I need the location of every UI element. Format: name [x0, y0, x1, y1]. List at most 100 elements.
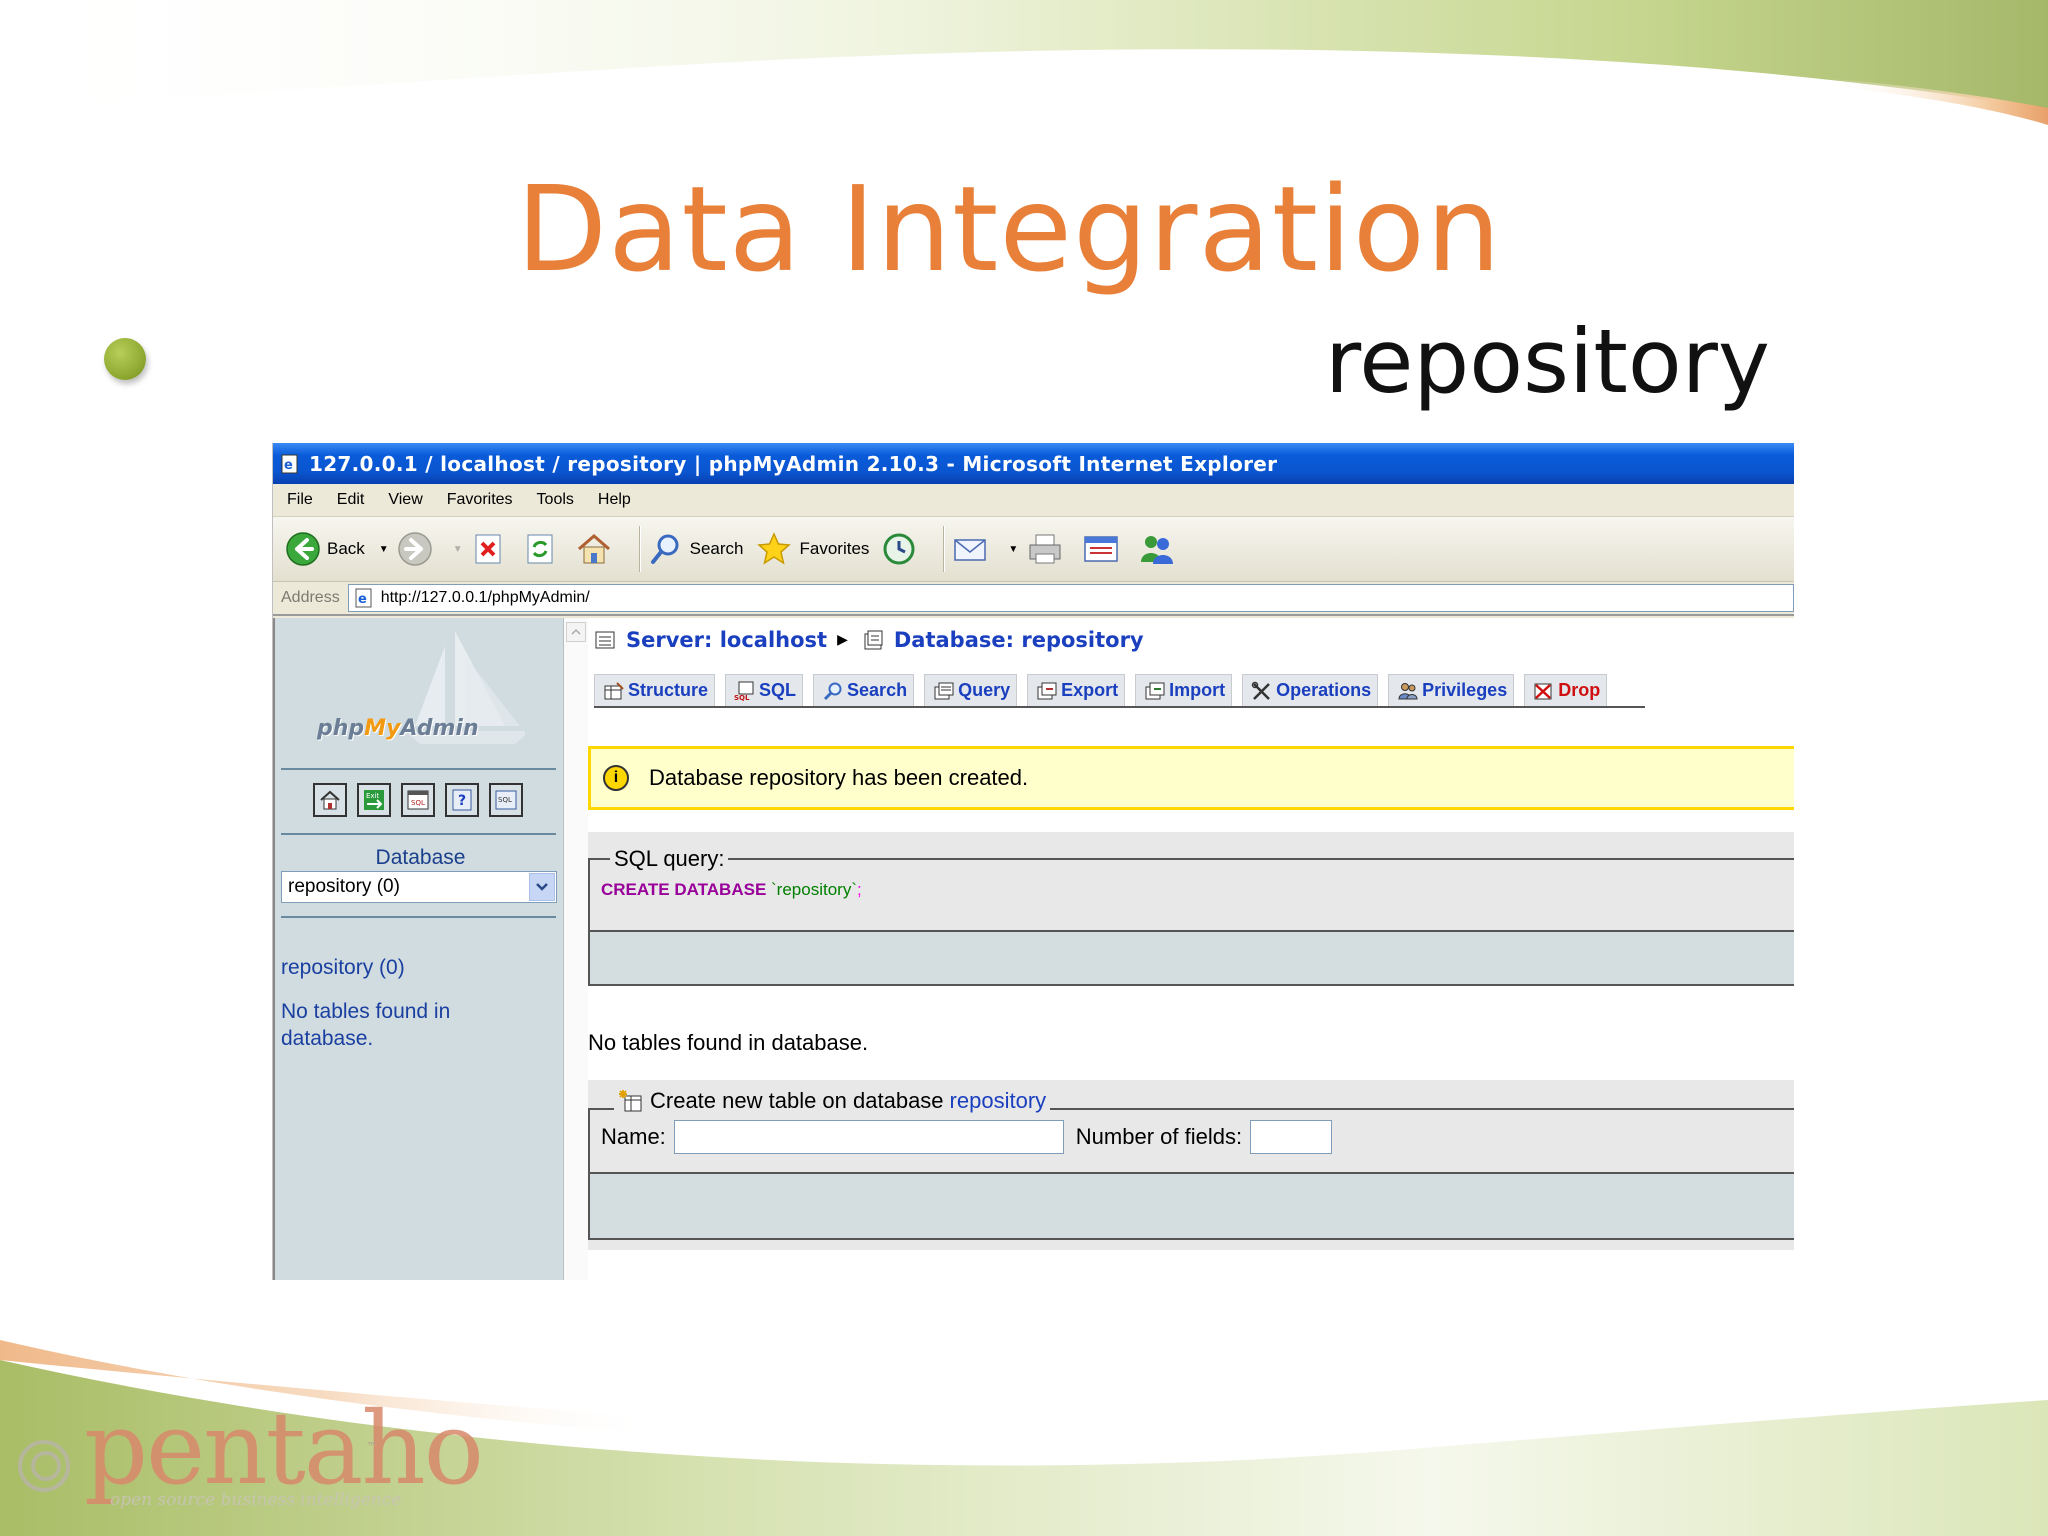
- search-icon: [650, 534, 679, 564]
- frame-scrollbar[interactable]: [564, 618, 588, 1280]
- mail-dropdown-icon[interactable]: ▼: [1008, 544, 1018, 555]
- logo-admin: Admin: [400, 716, 479, 741]
- menu-favorites[interactable]: Favorites: [447, 491, 513, 509]
- database-label: Database: [375, 846, 466, 869]
- fields-count-input[interactable]: [1250, 1120, 1333, 1154]
- back-button[interactable]: Back: [285, 531, 365, 567]
- create-table-form: Name: Number of fields:: [601, 1120, 1333, 1154]
- create-table-legend-text: Create new table on database: [650, 1088, 944, 1113]
- fields-count-label: Number of fields:: [1075, 1124, 1243, 1149]
- tab-operations-label: Operations: [1276, 680, 1372, 700]
- sql-window-icon[interactable]: SQL: [401, 783, 435, 817]
- notice-text: Database repository has been created.: [649, 765, 1029, 790]
- tab-export[interactable]: Export: [1027, 674, 1126, 706]
- history-icon: [883, 533, 915, 565]
- toolbar-separator: [638, 526, 640, 572]
- tab-privileges-label: Privileges: [1422, 680, 1508, 700]
- print-button[interactable]: [1026, 532, 1070, 566]
- server-icon: [595, 631, 615, 649]
- menu-edit[interactable]: Edit: [337, 491, 365, 509]
- back-arrow-icon: [286, 532, 320, 566]
- wrench-icon: [1251, 681, 1271, 700]
- svg-text:SQL: SQL: [411, 799, 425, 807]
- tab-query[interactable]: Query: [924, 674, 1018, 706]
- tab-structure[interactable]: Structure: [594, 674, 716, 706]
- trademark-mark: ™: [366, 1440, 378, 1454]
- phpmyadmin-logo-text[interactable]: phpMyAdmin: [317, 716, 479, 741]
- favorites-button[interactable]: Favorites: [755, 531, 869, 567]
- forward-arrow-icon: [397, 532, 432, 566]
- tab-export-label: Export: [1061, 680, 1119, 700]
- database-tabs: Structure SQL SQL Search Query Export Im…: [594, 674, 1645, 708]
- messenger-button[interactable]: [1138, 532, 1182, 566]
- browser-window: e 127.0.0.1 / localhost / repository | p…: [272, 443, 1794, 1280]
- ie-page-icon: e: [355, 588, 372, 608]
- help-icon[interactable]: ?: [445, 783, 479, 817]
- sql-options-bar: [588, 932, 1794, 986]
- menu-bar: File Edit View Favorites Tools Help: [273, 484, 1794, 517]
- back-dropdown-icon[interactable]: ▼: [379, 544, 389, 555]
- forward-button[interactable]: [397, 531, 439, 567]
- history-button[interactable]: [881, 531, 923, 567]
- tab-drop[interactable]: Drop: [1524, 674, 1608, 706]
- breadcrumb-server[interactable]: Server: localhost: [626, 628, 827, 652]
- pentaho-tagline: open source business intelligence: [110, 1490, 402, 1510]
- toolbar-separator: [943, 526, 945, 572]
- exit-icon[interactable]: Exit: [357, 783, 391, 817]
- page-content: phpMyAdmin Exit SQL ? SQL Database repos…: [273, 618, 1794, 1280]
- import-icon: [1145, 682, 1165, 699]
- chevron-down-icon[interactable]: [529, 873, 555, 901]
- database-link[interactable]: repository (0): [281, 956, 405, 980]
- star-icon: [757, 532, 792, 565]
- home-icon[interactable]: [313, 783, 347, 817]
- tab-sql[interactable]: SQL SQL: [725, 674, 804, 706]
- table-name-label: Name:: [601, 1124, 666, 1149]
- menu-help[interactable]: Help: [598, 491, 631, 509]
- tab-search-label: Search: [847, 680, 908, 700]
- home-button[interactable]: [575, 532, 619, 566]
- menu-tools[interactable]: Tools: [537, 491, 574, 509]
- slide-title: Data Integration: [516, 160, 1502, 298]
- tab-import-label: Import: [1169, 680, 1226, 700]
- browser-title: 127.0.0.1 / localhost / repository | php…: [309, 451, 1278, 476]
- divider: [281, 916, 556, 918]
- tab-operations[interactable]: Operations: [1242, 674, 1379, 706]
- create-table-db-link[interactable]: repository: [950, 1088, 1047, 1114]
- address-input[interactable]: e http://127.0.0.1/phpMyAdmin/: [347, 584, 1794, 612]
- svg-text:e: e: [358, 592, 367, 607]
- breadcrumb: Server: localhost ▶ Database: repository: [594, 628, 1144, 652]
- success-notice: i Database repository has been created.: [588, 746, 1794, 810]
- back-label: Back: [327, 539, 365, 558]
- forward-dropdown-icon[interactable]: ▼: [453, 544, 463, 555]
- sql-semicolon: ;: [856, 880, 862, 899]
- browser-titlebar: e 127.0.0.1 / localhost / repository | p…: [273, 443, 1794, 484]
- mail-icon: [954, 539, 987, 561]
- address-url: http://127.0.0.1/phpMyAdmin/: [380, 589, 590, 606]
- home-icon: [577, 534, 610, 564]
- pentaho-swirl-icon: [18, 1440, 70, 1492]
- menu-view[interactable]: View: [388, 491, 422, 509]
- breadcrumb-database[interactable]: Database: repository: [894, 628, 1144, 652]
- tab-import[interactable]: Import: [1135, 674, 1233, 706]
- database-select[interactable]: repository (0): [281, 871, 557, 903]
- sql-docs-icon[interactable]: SQL: [489, 783, 523, 817]
- svg-text:SQL: SQL: [734, 694, 750, 701]
- sql-query-box: SQL query: CREATE DATABASE `repository`;: [588, 832, 1794, 986]
- search-button[interactable]: Search: [648, 531, 743, 567]
- mail-button[interactable]: [952, 532, 994, 566]
- edit-button[interactable]: [1082, 532, 1126, 566]
- logo-my: My: [364, 716, 401, 741]
- divider: [281, 833, 556, 835]
- menu-file[interactable]: File: [287, 491, 313, 509]
- stop-icon: [475, 534, 501, 564]
- navigation-frame: phpMyAdmin Exit SQL ? SQL Database repos…: [273, 618, 564, 1280]
- tab-sql-label: SQL: [759, 680, 797, 700]
- tab-query-label: Query: [958, 680, 1011, 700]
- scroll-up-icon[interactable]: [566, 622, 586, 642]
- tab-privileges[interactable]: Privileges: [1388, 674, 1515, 706]
- search-icon: [823, 682, 842, 700]
- tab-search[interactable]: Search: [813, 674, 915, 706]
- refresh-button[interactable]: [523, 532, 563, 566]
- table-name-input[interactable]: [673, 1120, 1064, 1154]
- stop-button[interactable]: [471, 532, 511, 566]
